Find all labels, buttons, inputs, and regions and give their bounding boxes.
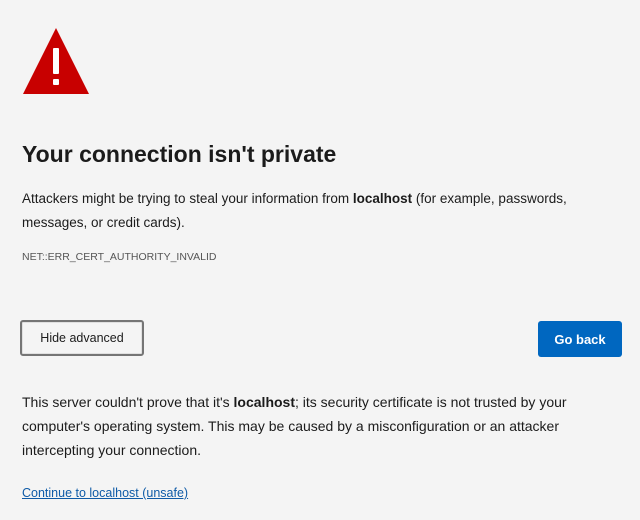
go-back-button[interactable]: Go back bbox=[538, 321, 622, 357]
advanced-details-text: This server couldn't prove that it's loc… bbox=[22, 390, 622, 462]
explanation-text: Attackers might be trying to steal your … bbox=[22, 187, 618, 235]
hide-advanced-button[interactable]: Hide advanced bbox=[20, 320, 144, 356]
warning-triangle-icon bbox=[23, 28, 89, 94]
error-code: NET::ERR_CERT_AUTHORITY_INVALID bbox=[22, 251, 217, 263]
interstitial-page: Your connection isn't private Attackers … bbox=[0, 0, 640, 520]
page-title: Your connection isn't private bbox=[22, 141, 337, 167]
explanation-host: localhost bbox=[352, 191, 413, 206]
continue-unsafe-link[interactable]: Continue to localhost (unsafe) bbox=[22, 486, 188, 500]
details-host: localhost bbox=[233, 394, 296, 410]
details-prefix: This server couldn't prove that it's bbox=[22, 394, 234, 410]
explanation-prefix: Attackers might be trying to steal your … bbox=[22, 191, 353, 206]
